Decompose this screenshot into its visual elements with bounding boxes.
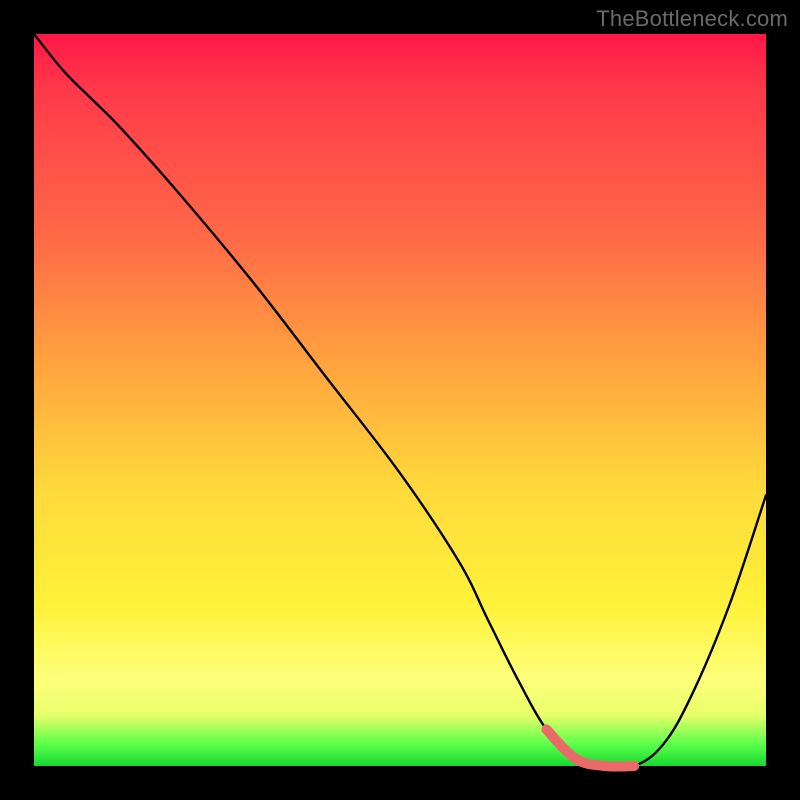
chart-frame: TheBottleneck.com — [0, 0, 800, 800]
bottleneck-curve — [34, 34, 766, 766]
plot-area — [34, 34, 766, 766]
curve-highlight — [546, 729, 634, 766]
watermark-text: TheBottleneck.com — [596, 6, 788, 32]
curve-path — [34, 34, 766, 768]
